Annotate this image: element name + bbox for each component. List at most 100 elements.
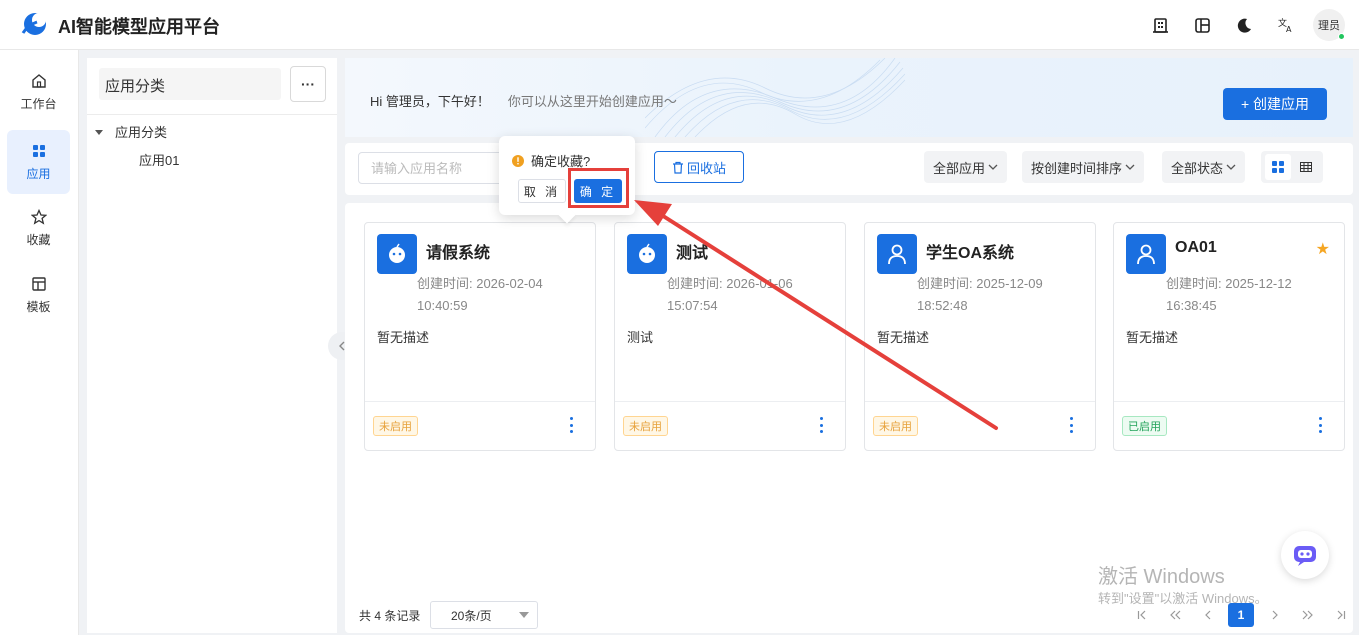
more-vertical-icon[interactable]	[1065, 417, 1077, 433]
caret-down-icon	[95, 129, 103, 135]
more-vertical-icon[interactable]	[815, 417, 827, 433]
status-badge: 未启用	[873, 416, 918, 436]
created-date: 创建时间: 2026-01-06	[667, 276, 793, 291]
rail-item-workbench[interactable]: 工作台	[7, 60, 70, 124]
rail-item-templates[interactable]: 模板	[7, 263, 70, 327]
warning-icon	[512, 154, 524, 167]
top-bar: AI智能模型应用平台 文A 理员	[0, 0, 1359, 50]
create-app-button[interactable]: + 创建应用	[1223, 88, 1327, 120]
card-created-time: 创建时间: 2026-02-04 10:40:59	[417, 273, 587, 317]
online-status-dot	[1338, 33, 1345, 40]
created-date: 创建时间: 2025-12-12	[1166, 276, 1292, 291]
user-icon	[1126, 234, 1166, 274]
banner-decoration	[645, 58, 905, 137]
annotation-highlight-box	[568, 168, 629, 208]
caret-down-icon	[519, 612, 529, 618]
card-description: 暂无描述	[1126, 330, 1179, 345]
status-value: 全部状态	[1171, 160, 1224, 176]
status-badge: 未启用	[373, 416, 418, 436]
pager: 1	[1125, 603, 1357, 627]
sort-dropdown[interactable]: 按创建时间排序	[1022, 151, 1145, 183]
translate-icon[interactable]: 文A	[1265, 9, 1307, 41]
card-view-button[interactable]	[1265, 154, 1291, 180]
page-number-current[interactable]: 1	[1228, 603, 1254, 627]
robot-icon	[377, 234, 417, 274]
rail-item-apps[interactable]: 应用	[7, 130, 70, 194]
next-page-icon[interactable]	[1258, 603, 1291, 627]
next-jump-icon[interactable]	[1291, 603, 1324, 627]
sort-value: 按创建时间排序	[1031, 160, 1123, 176]
page-size-value: 20条/页	[451, 608, 492, 623]
building-icon[interactable]	[1139, 9, 1181, 41]
app-card[interactable]: 测试 创建时间: 2026-01-06 15:07:54 测试 未启用	[614, 222, 846, 451]
logo-icon	[21, 13, 46, 35]
divider	[865, 401, 1095, 402]
greeting-text: Hi 管理员，下午好！ 你可以从这里开始创建应用〜	[370, 91, 677, 110]
user-icon	[877, 234, 917, 274]
created-clock: 16:38:45	[1166, 298, 1217, 313]
page-size-select[interactable]: 20条/页	[430, 601, 538, 629]
app-card[interactable]: OA01 ★ 创建时间: 2025-12-12 16:38:45 暂无描述 已启用	[1113, 222, 1345, 451]
welcome-banner: Hi 管理员，下午好！ 你可以从这里开始创建应用〜 + 创建应用	[345, 58, 1353, 137]
recycle-bin-button[interactable]: 回收站	[654, 151, 744, 183]
avatar-label: 理员	[1318, 20, 1340, 32]
layout-columns-icon[interactable]	[1181, 9, 1223, 41]
created-clock: 18:52:48	[917, 298, 968, 313]
category-header: 应用分类	[99, 68, 281, 100]
table-view-button[interactable]	[1293, 154, 1319, 180]
star-icon	[30, 208, 47, 225]
created-clock: 10:40:59	[417, 298, 468, 313]
rail-item-label: 模板	[26, 299, 51, 314]
total-records: 共 4 条记录	[359, 609, 421, 623]
status-badge: 已启用	[1122, 416, 1167, 436]
card-description: 测试	[627, 330, 654, 345]
app-card[interactable]: 学生OA系统 创建时间: 2025-12-09 18:52:48 暂无描述 未启用	[864, 222, 1096, 451]
robot-icon	[627, 234, 667, 274]
home-icon	[31, 73, 46, 88]
rail-item-favorites[interactable]: 收藏	[7, 196, 70, 260]
cancel-button[interactable]: 取 消	[518, 179, 566, 203]
filter-bar: 回收站 全部应用 按创建时间排序 全部状态	[345, 143, 1353, 195]
svg-text:A: A	[1286, 25, 1292, 34]
divider	[615, 401, 845, 402]
recycle-bin-label: 回收站	[686, 160, 726, 176]
category-panel: 应用分类 ··· 应用分类 应用01	[87, 58, 337, 633]
card-description: 暂无描述	[877, 330, 930, 345]
card-created-time: 创建时间: 2025-12-09 18:52:48	[917, 273, 1087, 317]
trash-icon	[672, 161, 683, 174]
last-page-icon[interactable]	[1324, 603, 1357, 627]
table-icon	[1300, 162, 1312, 172]
status-dropdown[interactable]: 全部状态	[1162, 151, 1246, 183]
created-clock: 15:07:54	[667, 298, 718, 313]
chatbot-button[interactable]	[1281, 531, 1329, 579]
more-button[interactable]: ···	[290, 66, 326, 102]
more-vertical-icon[interactable]	[565, 417, 577, 433]
app-filter-dropdown[interactable]: 全部应用	[924, 151, 1008, 183]
tree-node-label: 应用分类	[115, 125, 168, 140]
prev-page-icon[interactable]	[1191, 603, 1224, 627]
tree-node-child[interactable]: 应用01	[139, 150, 179, 169]
created-date: 创建时间: 2026-02-04	[417, 276, 543, 291]
avatar[interactable]: 理员	[1313, 9, 1345, 41]
chevron-down-icon	[988, 164, 998, 170]
prev-jump-icon[interactable]	[1158, 603, 1191, 627]
moon-icon[interactable]	[1223, 9, 1265, 41]
rail-item-label: 收藏	[26, 232, 51, 247]
card-title: 学生OA系统	[926, 245, 1015, 262]
app-card[interactable]: 请假系统 创建时间: 2026-02-04 10:40:59 暂无描述 未启用	[364, 222, 596, 451]
app-filter-value: 全部应用	[933, 160, 986, 176]
grid-icon	[1272, 161, 1284, 173]
card-description: 暂无描述	[377, 330, 430, 345]
tree-node-root[interactable]: 应用分类	[95, 122, 167, 141]
activation-watermark-title: 激活 Windows	[1098, 566, 1225, 588]
chevron-down-icon	[1125, 164, 1135, 170]
search-input[interactable]	[358, 152, 506, 184]
first-page-icon[interactable]	[1125, 603, 1158, 627]
divider	[87, 114, 337, 115]
apps-grid-icon	[32, 144, 45, 157]
card-created-time: 创建时间: 2025-12-12 16:38:45	[1166, 273, 1336, 317]
more-vertical-icon[interactable]	[1314, 417, 1326, 433]
template-icon	[31, 276, 46, 291]
favorite-star-icon[interactable]: ★	[1316, 239, 1330, 259]
app-title: AI智能模型应用平台	[58, 17, 220, 37]
